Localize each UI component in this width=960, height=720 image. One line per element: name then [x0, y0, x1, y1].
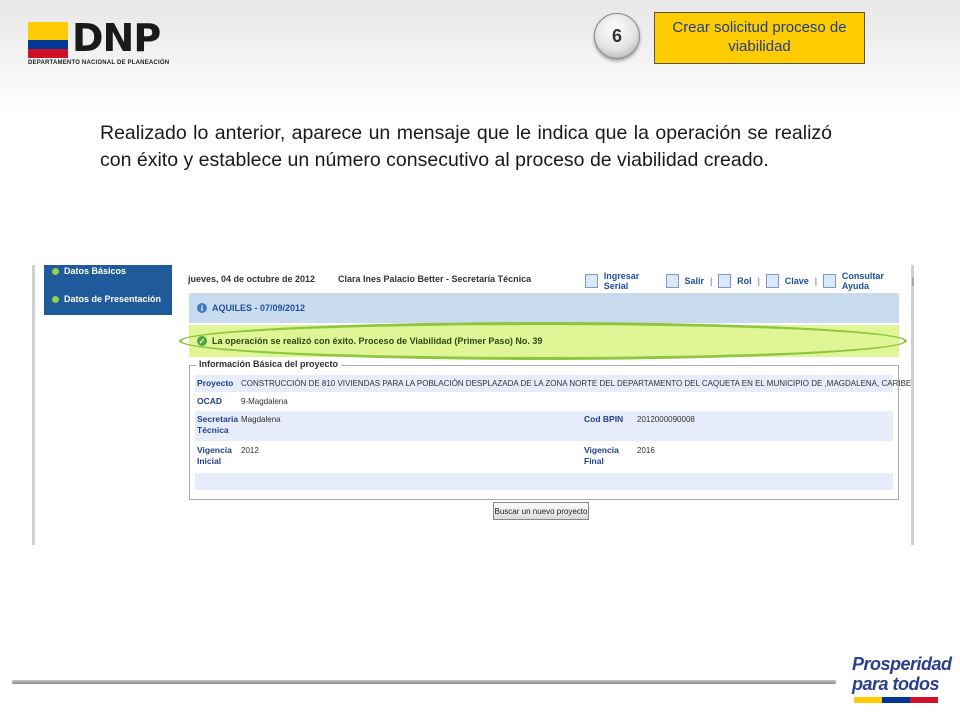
bullet-icon — [52, 267, 59, 275]
instruction-paragraph: Realizado lo anterior, aparece un mensaj… — [100, 122, 832, 171]
sidebar-menu: Datos Básicos Datos de Presentación — [44, 265, 172, 315]
brand-flag-stripes — [854, 697, 938, 703]
toolbar-separator: | — [757, 276, 760, 286]
screenshot-left-border — [32, 265, 35, 545]
vigencia-inicial-value: 2012 — [241, 446, 259, 455]
brand-line-2: para todos — [852, 674, 940, 694]
sidebar-item-label: Datos Básicos — [64, 266, 127, 276]
logo-subtitle: DEPARTAMENTO NACIONAL DE PLANEACIÓN — [28, 60, 170, 66]
toolbar-consultar-ayuda[interactable]: Consultar Ayuda — [842, 271, 906, 291]
toolbar-separator: | — [814, 276, 818, 286]
footer-divider — [12, 680, 836, 684]
info-icon: i — [197, 303, 207, 313]
sidebar-item-datos-presentacion[interactable]: Datos de Presentación — [52, 294, 161, 304]
ocad-label: OCAD — [197, 396, 223, 406]
exit-icon[interactable] — [665, 274, 679, 288]
row-ocad: OCAD 9-Magdalena — [195, 393, 893, 410]
vigencia-final-value: 2016 — [637, 446, 655, 455]
bpin-value: 2012000090008 — [637, 415, 695, 424]
toolbar-separator: | — [710, 276, 713, 286]
project-info-legend: Información Básica del proyecto — [196, 359, 342, 369]
step-number-badge: 6 — [594, 13, 640, 59]
row-secretaria: Secretaria Técnica Magdalena Cod BPIN 20… — [195, 411, 893, 441]
toolbar-salir[interactable]: Salir — [685, 276, 705, 286]
project-bar-label: AQUILES - 07/09/2012 — [212, 303, 306, 313]
project-bar: i AQUILES - 07/09/2012 — [189, 293, 899, 323]
bullet-icon — [52, 295, 59, 303]
highlight-ellipse — [179, 322, 907, 360]
header-date: jueves, 04 de octubre de 2012 — [188, 274, 316, 284]
sidebar-item-datos-basicos[interactable]: Datos Básicos — [52, 266, 126, 276]
secretaria-label: Secretaria Técnica — [197, 414, 239, 435]
key-icon[interactable] — [765, 274, 779, 288]
row-vigencia: Vigencia Inicial 2012 Vigencia Final 201… — [195, 442, 893, 472]
row-empty — [195, 473, 893, 490]
search-new-project-button[interactable]: Buscar un nuevo proyecto — [493, 502, 589, 520]
ocad-value: 9-Magdalena — [241, 397, 288, 406]
toolbar: Ingresar Serial Salir | Rol | Clave | Co… — [585, 271, 914, 291]
toolbar-rol[interactable]: Rol — [737, 276, 752, 286]
vigencia-inicial-label: Vigencia Inicial — [197, 445, 232, 466]
brand-line-1: Prosperidad — [852, 654, 952, 674]
row-proyecto: Proyecto CONSTRUCCIÓN DE 810 VIVIENDAS P… — [195, 375, 911, 392]
toolbar-clave[interactable]: Clave — [785, 276, 809, 286]
sidebar-item-label: Datos de Presentación — [64, 294, 162, 304]
toolbar-ingresar-serial[interactable]: Ingresar Serial — [604, 271, 660, 291]
serial-icon[interactable] — [585, 274, 598, 288]
logo-wordmark: DNP — [72, 16, 161, 60]
prosperidad-logo: Prosperidad para todos — [852, 654, 952, 706]
vigencia-final-label: Vigencia Final — [584, 445, 619, 466]
header-user: Clara Ines Palacio Better - Secretaría T… — [338, 274, 532, 284]
role-icon[interactable] — [718, 274, 732, 288]
dnp-logo: DNP DEPARTAMENTO NACIONAL DE PLANEACIÓN — [28, 16, 188, 70]
screenshot-right-border — [911, 265, 914, 545]
proyecto-value: CONSTRUCCIÓN DE 810 VIVIENDAS PARA LA PO… — [241, 379, 912, 388]
toolbar-separator: | — [911, 276, 914, 286]
proyecto-label: Proyecto — [197, 378, 234, 388]
secretaria-value: Magdalena — [241, 415, 281, 424]
help-icon[interactable] — [823, 274, 836, 288]
step-title-box: Crear solicitud proceso de viabilidad — [654, 12, 865, 64]
app-screenshot: Datos Básicos Datos de Presentación juev… — [32, 265, 914, 545]
colombia-flag-icon — [28, 22, 68, 58]
bpin-label: Cod BPIN — [584, 414, 624, 424]
